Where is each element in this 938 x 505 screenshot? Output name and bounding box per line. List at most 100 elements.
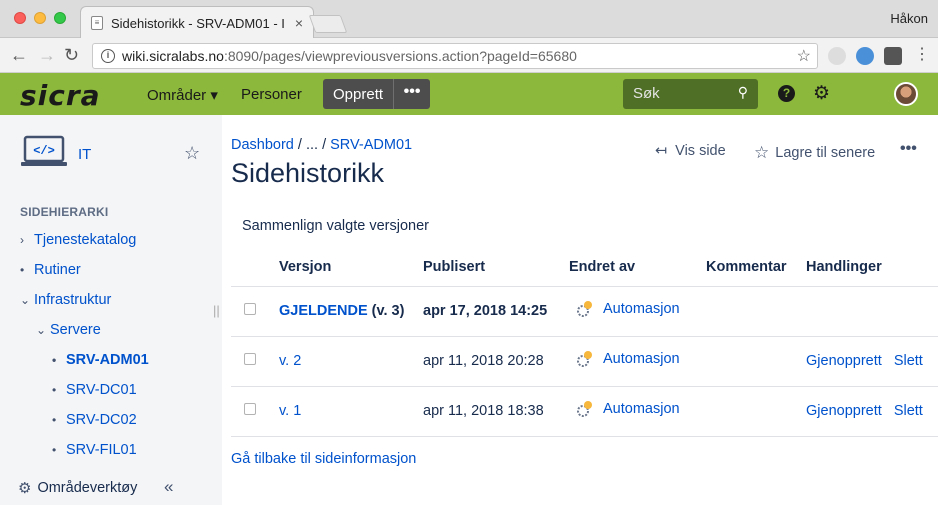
space-tools-button[interactable]: ⚙ Områdeverktøy <box>18 479 137 497</box>
svg-text:</>: </> <box>33 144 55 158</box>
close-window-button[interactable] <box>14 12 26 24</box>
restore-link[interactable]: Gjenopprett <box>806 353 882 369</box>
tree-item-tjenestekatalog[interactable]: › Tjenestekatalog <box>20 232 136 248</box>
table-row: v. 1 apr 11, 2018 18:38 Automasjon Gjeno… <box>231 386 938 437</box>
breadcrumb-dashboard[interactable]: Dashbord <box>231 137 294 153</box>
restore-link[interactable]: Gjenopprett <box>806 403 882 419</box>
header-published: Publisert <box>423 248 569 287</box>
reload-icon[interactable]: ↻ <box>64 45 79 65</box>
new-tab-button[interactable] <box>308 15 348 33</box>
create-button[interactable]: Opprett <box>323 79 395 109</box>
app-header: sicra Områder ▾ Personer Opprett ••• Søk… <box>0 73 938 115</box>
url-path: :8090/pages/viewpreviousversions.action?… <box>223 48 577 64</box>
version-link[interactable]: GJELDENDE <box>279 303 368 319</box>
published-cell: apr 11, 2018 20:28 <box>423 336 569 387</box>
search-input[interactable]: Søk ⚲ <box>623 79 758 109</box>
chevron-down-icon[interactable]: ⌄ <box>20 293 34 307</box>
changed-by-cell: Automasjon <box>569 286 706 337</box>
chevron-down-icon[interactable]: ⌄ <box>36 323 50 337</box>
user-link[interactable]: Automasjon <box>569 349 680 369</box>
tree-item-servere[interactable]: ⌄ Servere <box>36 322 101 338</box>
create-more-button[interactable]: ••• <box>394 79 430 109</box>
actions-cell <box>806 286 938 337</box>
published-cell: apr 17, 2018 14:25 <box>423 286 569 337</box>
tree-item-srv-dc02[interactable]: • SRV-DC02 <box>52 412 137 428</box>
back-arrow-icon[interactable]: ← <box>10 45 28 65</box>
header-comment: Kommentar <box>706 248 806 287</box>
version-history-table: Versjon Publisert Endret av Kommentar Ha… <box>231 248 938 437</box>
automation-user-icon <box>577 351 592 367</box>
bullet-icon: • <box>52 353 57 367</box>
save-for-later-label: Lagre til senere <box>775 145 876 161</box>
nav-spaces-menu[interactable]: Områder ▾ <box>147 86 218 104</box>
user-link[interactable]: Automasjon <box>569 299 680 319</box>
tree-item-label: SRV-ADM01 <box>66 352 149 368</box>
breadcrumb-page[interactable]: SRV-ADM01 <box>330 137 412 153</box>
url-host: wiki.sicralabs.no <box>122 48 224 64</box>
info-icon[interactable]: i <box>101 49 115 63</box>
version-link[interactable]: v. 2 <box>279 353 301 369</box>
tree-item-rutiner[interactable]: • Rutiner <box>20 262 81 278</box>
compare-versions-button[interactable]: Sammenlign valgte versjoner <box>242 218 429 234</box>
comment-cell <box>706 336 806 387</box>
tree-item-label: Tjenestekatalog <box>34 232 137 248</box>
select-cell <box>231 286 279 337</box>
bookmark-star-icon[interactable]: ☆ <box>797 46 811 66</box>
more-actions-button[interactable]: ••• <box>900 140 917 158</box>
tree-item-infrastruktur[interactable]: ⌄ Infrastruktur <box>20 292 111 308</box>
extension-drive-icon[interactable] <box>828 47 846 65</box>
search-icon[interactable]: ⚲ <box>738 84 748 101</box>
chevron-right-icon[interactable]: › <box>20 233 34 247</box>
sidebar-resize-handle[interactable]: || <box>213 303 220 318</box>
bullet-icon: • <box>52 413 57 427</box>
user-avatar[interactable] <box>894 82 918 106</box>
search-placeholder: Søk <box>633 85 660 102</box>
collapse-sidebar-button[interactable]: « <box>164 477 173 497</box>
tree-item-srv-dc01[interactable]: • SRV-DC01 <box>52 382 137 398</box>
extension-globe-icon[interactable] <box>856 47 874 65</box>
page-favicon-icon: ≡ <box>91 16 103 30</box>
actions-cell: Gjenopprett Slett <box>806 336 938 387</box>
back-arrow-icon: ↤ <box>655 143 668 159</box>
breadcrumb: Dashbord / ... / SRV-ADM01 <box>231 137 412 153</box>
help-icon[interactable]: ? <box>778 85 795 102</box>
address-bar[interactable]: i wiki.sicralabs.no:8090/pages/viewprevi… <box>92 43 818 69</box>
space-name-link[interactable]: IT <box>78 146 91 163</box>
minimize-window-button[interactable] <box>34 12 46 24</box>
tree-item-label: SRV-FIL01 <box>66 442 137 458</box>
version-checkbox[interactable] <box>244 303 256 315</box>
browser-profile[interactable]: Håkon <box>890 11 928 26</box>
version-cell: v. 1 <box>279 386 423 437</box>
star-icon[interactable]: ☆ <box>184 143 200 164</box>
breadcrumb-ellipsis[interactable]: / ... / <box>298 137 326 153</box>
version-link[interactable]: v. 1 <box>279 403 301 419</box>
browser-tab[interactable]: ≡ Sidehistorikk - SRV-ADM01 - I × <box>80 6 314 39</box>
page-title: Sidehistorikk <box>231 158 385 188</box>
maximize-window-button[interactable] <box>54 12 66 24</box>
back-to-page-info-link[interactable]: Gå tilbake til sideinformasjon <box>231 451 416 467</box>
nav-people-link[interactable]: Personer <box>241 86 302 103</box>
published-cell: apr 11, 2018 18:38 <box>423 386 569 437</box>
sicra-logo[interactable]: sicra <box>20 79 101 112</box>
space-sidebar: </> IT ☆ SIDEHIERARKI › Tjenestekatalog … <box>0 115 222 505</box>
header-version: Versjon <box>279 248 423 287</box>
version-checkbox[interactable] <box>244 403 256 415</box>
tab-close-icon[interactable]: × <box>295 15 303 31</box>
browser-menu-icon[interactable]: ⋮ <box>914 46 930 64</box>
user-link[interactable]: Automasjon <box>569 399 680 419</box>
forward-arrow-icon[interactable]: → <box>38 45 56 65</box>
save-for-later-button[interactable]: ☆ Lagre til senere <box>754 143 875 163</box>
delete-link[interactable]: Slett <box>894 353 923 369</box>
table-row: GJELDENDE (v. 3) apr 17, 2018 14:25 Auto… <box>231 286 938 337</box>
tree-item-srv-adm01[interactable]: • SRV-ADM01 <box>52 352 149 368</box>
delete-link[interactable]: Slett <box>894 403 923 419</box>
laptop-code-icon[interactable]: </> <box>20 135 68 169</box>
extension-square-icon[interactable] <box>884 47 902 65</box>
tree-item-srv-fil01[interactable]: • SRV-FIL01 <box>52 442 137 458</box>
header-changed-by: Endret av <box>569 248 706 287</box>
version-checkbox[interactable] <box>244 353 256 365</box>
gear-icon[interactable]: ⚙ <box>813 82 830 105</box>
browser-toolbar: ← → ↻ i wiki.sicralabs.no:8090/pages/vie… <box>0 38 938 73</box>
changed-by-cell: Automasjon <box>569 336 706 387</box>
view-page-button[interactable]: ↤ Vis side <box>655 143 726 159</box>
